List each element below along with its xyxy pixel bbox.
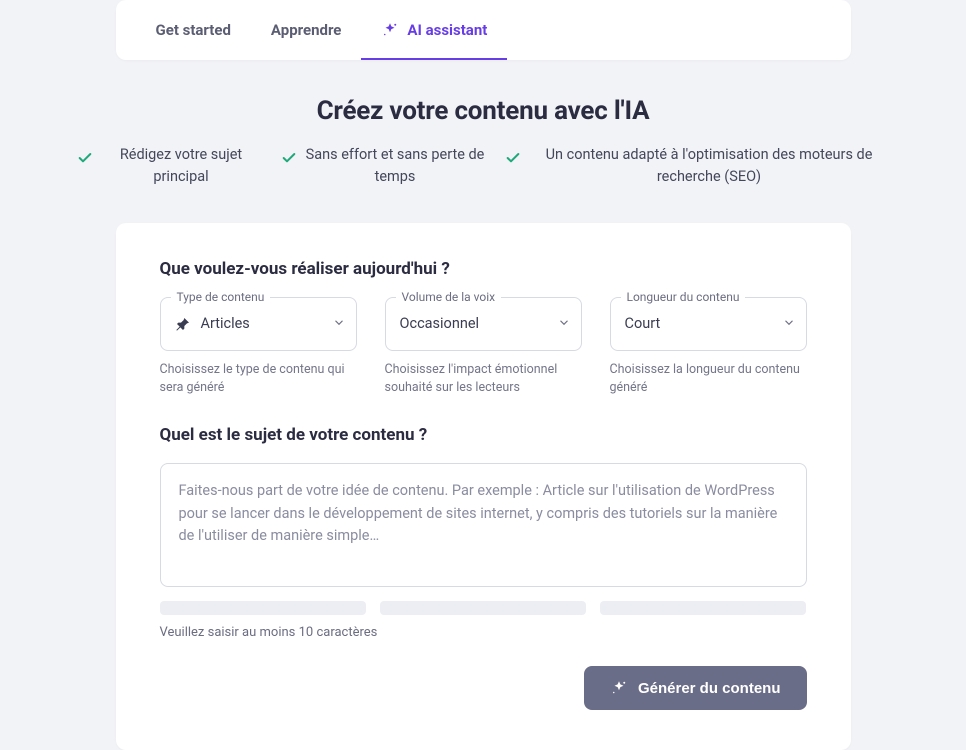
skeleton-bar xyxy=(600,601,806,615)
benefit-item: Sans effort et sans perte de temps xyxy=(281,144,485,189)
content-type-select[interactable]: Type de contenu Articles xyxy=(160,297,357,351)
control-length: Longueur du contenu Court Choisissez la … xyxy=(610,297,807,397)
tab-learn[interactable]: Apprendre xyxy=(251,0,361,60)
benefit-text: Rédigez votre sujet principal xyxy=(101,144,261,189)
length-select[interactable]: Longueur du contenu Court xyxy=(610,297,807,351)
tab-ai-assistant[interactable]: AI assistant xyxy=(361,0,507,60)
select-value: Occasionnel xyxy=(400,315,480,332)
skeleton-bar xyxy=(380,601,586,615)
benefit-item: Rédigez votre sujet principal xyxy=(77,144,261,189)
tab-label: Apprendre xyxy=(271,21,341,39)
section-title-topic: Quel est le sujet de votre contenu ? xyxy=(160,425,807,445)
tab-label: Get started xyxy=(156,21,231,39)
chevron-down-icon xyxy=(782,314,796,333)
chevron-down-icon xyxy=(332,314,346,333)
pin-icon xyxy=(175,316,191,332)
check-icon xyxy=(77,150,93,173)
skeleton-bar xyxy=(160,601,366,615)
float-label: Longueur du contenu xyxy=(621,290,746,304)
check-icon xyxy=(281,150,297,173)
sparkle-icon xyxy=(381,21,399,39)
benefit-text: Sans effort et sans perte de temps xyxy=(305,144,485,189)
skeleton-row xyxy=(160,601,807,615)
section-title-goal: Que voulez-vous réaliser aujourd'hui ? xyxy=(160,259,807,279)
hero: Créez votre contenu avec l'IA Rédigez vo… xyxy=(40,96,926,189)
benefits-row: Rédigez votre sujet principal Sans effor… xyxy=(40,144,926,189)
min-chars-hint: Veuillez saisir au moins 10 caractères xyxy=(160,625,807,640)
voice-select[interactable]: Volume de la voix Occasionnel xyxy=(385,297,582,351)
footer-row: Générer du contenu xyxy=(160,666,807,710)
check-icon xyxy=(505,150,521,173)
help-text: Choisissez le type de contenu qui sera g… xyxy=(160,361,357,397)
tab-label: AI assistant xyxy=(407,21,487,39)
float-label: Type de contenu xyxy=(171,290,271,304)
select-value: Articles xyxy=(201,315,250,332)
benefit-item: Un contenu adapté à l'optimisation des m… xyxy=(505,144,889,189)
help-text: Choisissez l'impact émotionnel souhaité … xyxy=(385,361,582,397)
help-text: Choisissez la longueur du contenu généré xyxy=(610,361,807,397)
control-voice: Volume de la voix Occasionnel Choisissez… xyxy=(385,297,582,397)
sparkle-icon xyxy=(610,679,628,697)
chevron-down-icon xyxy=(557,314,571,333)
tabs-bar: Get started Apprendre AI assistant xyxy=(116,0,851,60)
topic-textarea-wrap xyxy=(160,463,807,587)
generate-button[interactable]: Générer du contenu xyxy=(584,666,807,710)
controls-row: Type de contenu Articles Choisissez le t… xyxy=(160,297,807,397)
select-value: Court xyxy=(625,315,661,332)
control-content-type: Type de contenu Articles Choisissez le t… xyxy=(160,297,357,397)
benefit-text: Un contenu adapté à l'optimisation des m… xyxy=(529,144,889,189)
tab-get-started[interactable]: Get started xyxy=(136,0,251,60)
form-card: Que voulez-vous réaliser aujourd'hui ? T… xyxy=(116,223,851,750)
float-label: Volume de la voix xyxy=(396,290,502,304)
page-title: Créez votre contenu avec l'IA xyxy=(40,96,926,126)
topic-input[interactable] xyxy=(179,480,788,566)
button-label: Générer du contenu xyxy=(638,680,781,697)
